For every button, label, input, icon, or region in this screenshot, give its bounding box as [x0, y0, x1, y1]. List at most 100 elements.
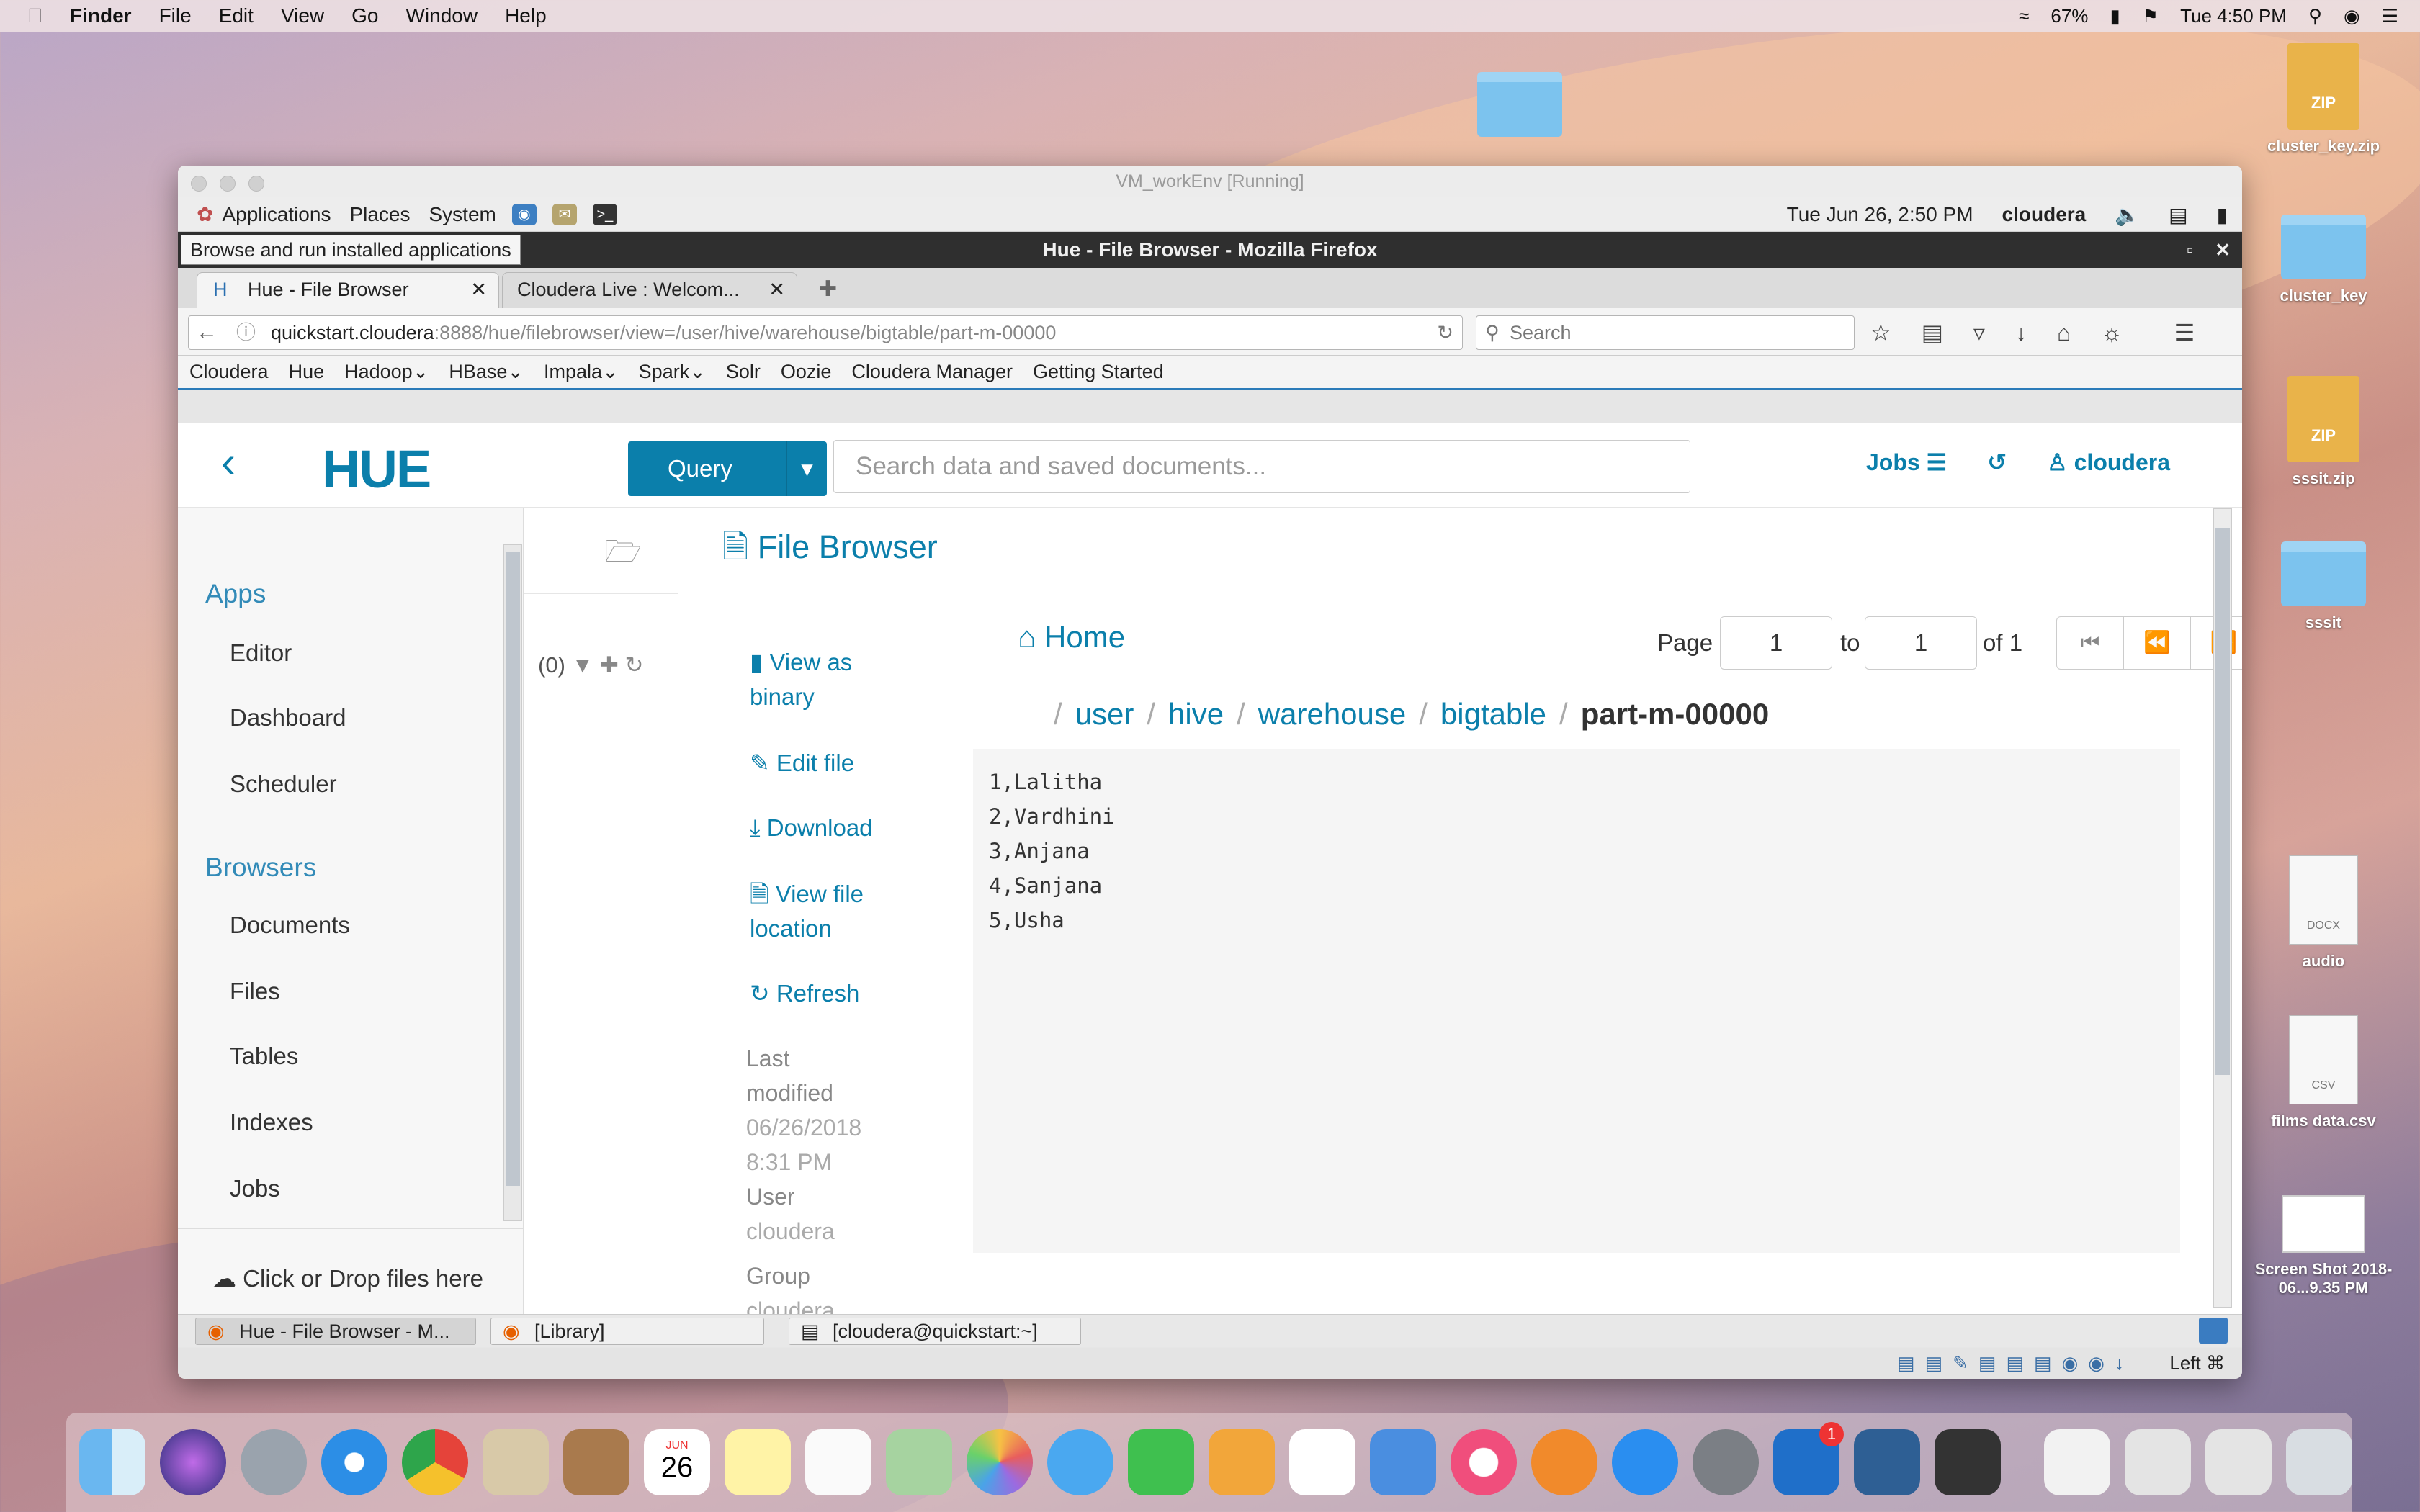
siri-icon[interactable]: ◉ [2344, 5, 2360, 27]
bookmark-getting-started[interactable]: Getting Started [1033, 361, 1164, 383]
sidebar-item-dashboard[interactable]: Dashboard [230, 704, 346, 732]
download-link[interactable]: ⤓ Download [750, 811, 873, 845]
terminal-launcher-icon[interactable]: >_ [592, 203, 617, 225]
notes-dock-icon[interactable] [725, 1429, 791, 1495]
battery-percent[interactable]: 67% [2051, 5, 2088, 27]
menu-edit[interactable]: Edit [219, 4, 254, 27]
downloads-icon[interactable]: ↓ [2015, 315, 2027, 350]
back-arrow-icon[interactable]: ‹ [221, 437, 236, 487]
breadcrumb-warehouse[interactable]: warehouse [1258, 697, 1406, 732]
sidebar-item-tables[interactable]: Tables [230, 1043, 298, 1070]
task-terminal[interactable]: ▤ [cloudera@quickstart:~] [789, 1318, 1081, 1345]
minimize-icon[interactable]: _ [2155, 232, 2165, 268]
hue-logo[interactable]: HUE [322, 438, 431, 500]
photos-dock-icon[interactable] [967, 1429, 1033, 1495]
launchpad-dock-icon[interactable] [241, 1429, 307, 1495]
ibooks-dock-icon[interactable] [1531, 1429, 1597, 1495]
task-hue-file-browser[interactable]: ◉ Hue - File Browser - M... [195, 1318, 476, 1345]
screenshot-stack-dock-icon[interactable] [2205, 1429, 2272, 1495]
sidebar-item-files[interactable]: Files [230, 978, 280, 1005]
caret-down-icon[interactable]: ▾ [786, 441, 827, 496]
sidebar-scrollbar[interactable] [503, 544, 522, 1221]
new-tab-icon[interactable]: ✚ [819, 276, 837, 302]
sidebar-item-documents[interactable]: Documents [230, 912, 350, 939]
scrollbar-thumb[interactable] [506, 552, 520, 1186]
menu-finder[interactable]: Finder [70, 4, 132, 27]
query-button[interactable]: Query ▾ [628, 441, 827, 496]
desktop-item-audio[interactable]: DOCX audio [2266, 855, 2381, 971]
outlook-dock-icon[interactable]: 1 [1773, 1422, 1844, 1495]
first-page-icon[interactable]: ⏮ [2057, 617, 2124, 669]
tab-close-icon[interactable]: ✕ [470, 273, 487, 306]
desktop-folder-icon[interactable] [1476, 72, 1563, 144]
device-status-icons[interactable]: ▤▤✎▤▤▤◉◉↓ [1897, 1352, 2134, 1374]
pocket-icon[interactable]: ▿ [1973, 315, 1985, 350]
menu-file[interactable]: File [159, 4, 192, 27]
gnome-user[interactable]: cloudera [2002, 203, 2087, 226]
menu-places[interactable]: Places [349, 203, 410, 226]
wifi-icon[interactable]: ≈ [2019, 5, 2029, 27]
menu-window[interactable]: Window [405, 4, 478, 27]
menu-help[interactable]: Help [505, 4, 547, 27]
home-icon[interactable]: ⌂ [2057, 315, 2071, 350]
home-link[interactable]: ⌂ Home [1018, 620, 1125, 654]
reload-icon[interactable]: ↻ [1437, 316, 1453, 349]
maximize-icon[interactable]: ▫ [2187, 232, 2193, 268]
pages-dock-icon[interactable] [1209, 1429, 1275, 1495]
messages-dock-icon[interactable] [1047, 1429, 1113, 1495]
bookmark-star-icon[interactable]: ☆ [1870, 315, 1891, 350]
safari-dock-icon[interactable] [321, 1429, 387, 1495]
bookmark-cloudera[interactable]: Cloudera [189, 361, 269, 383]
tab-close-icon[interactable]: ✕ [768, 273, 785, 306]
upload-drop-zone[interactable]: ☁ Click or Drop files here [212, 1264, 483, 1292]
keynote-dock-icon[interactable] [1370, 1429, 1436, 1495]
filter-icon[interactable]: ▼ [572, 652, 594, 678]
view-file-location-link[interactable]: 🗎 View file location [750, 877, 864, 946]
chat-icon[interactable]: ☼ [2101, 315, 2122, 350]
desktop-item-films-data-csv[interactable]: CSV films data.csv [2266, 1015, 2381, 1130]
reading-list-icon[interactable]: ▤ [1922, 315, 1943, 350]
mail-launcher-icon[interactable]: ✉ [552, 203, 577, 225]
edit-file-link[interactable]: ✎ Edit file [750, 746, 854, 780]
menu-system[interactable]: System [429, 203, 496, 226]
vm-window-dock-icon[interactable] [1935, 1429, 2001, 1495]
breadcrumb-hive[interactable]: hive [1168, 697, 1224, 732]
bookmark-oozie[interactable]: Oozie [781, 361, 832, 383]
previous-page-icon[interactable]: ⏪ [2124, 617, 2191, 669]
bookmark-hue[interactable]: Hue [289, 361, 325, 383]
workspace-switcher[interactable] [2199, 1318, 2228, 1344]
sidebar-item-jobs[interactable]: Jobs [230, 1175, 280, 1202]
scrollbar-thumb[interactable] [2215, 528, 2230, 1075]
sidebar-item-editor[interactable]: Editor [230, 639, 292, 667]
battery-icon[interactable]: ▮ [2110, 5, 2120, 27]
firefox-launcher-icon[interactable]: ◉ [511, 203, 537, 225]
facetime-dock-icon[interactable] [1128, 1429, 1194, 1495]
contacts-dock-icon[interactable] [563, 1429, 629, 1495]
user-menu[interactable]: ♙ cloudera [2047, 449, 2170, 476]
page-from-input[interactable]: 1 [1720, 616, 1832, 670]
system-preferences-dock-icon[interactable] [1693, 1429, 1759, 1495]
numbers-dock-icon[interactable] [1289, 1429, 1355, 1495]
task-library[interactable]: ◉ [Library] [490, 1318, 764, 1345]
flag-icon[interactable]: ⚑ [2142, 5, 2159, 27]
url-bar[interactable]: ← ⓘ quickstart.cloudera:8888/hue/filebro… [188, 315, 1463, 350]
view-as-binary-link[interactable]: ▮ View as binary [750, 645, 852, 714]
notification-center-icon[interactable]: ☰ [2382, 5, 2398, 27]
bookmark-hbase[interactable]: HBase⌄ [449, 361, 524, 383]
document-stack-dock-icon[interactable] [2044, 1429, 2110, 1495]
refresh-link[interactable]: ↻ Refresh [750, 976, 859, 1011]
desktop-item-screenshot[interactable]: Screen Shot 2018-06...9.35 PM [2251, 1181, 2396, 1297]
sidebar-item-scheduler[interactable]: Scheduler [230, 770, 337, 798]
breadcrumb-bigtable[interactable]: bigtable [1440, 697, 1546, 732]
close-button[interactable] [191, 176, 207, 192]
bookmark-solr[interactable]: Solr [726, 361, 761, 383]
calendar-dock-icon[interactable]: JUN 26 [644, 1429, 710, 1495]
menu-applications[interactable]: Applications [222, 203, 331, 226]
trash-dock-icon[interactable] [2286, 1429, 2352, 1495]
itunes-dock-icon[interactable] [1451, 1429, 1517, 1495]
reminders-dock-icon[interactable] [805, 1429, 871, 1495]
page-to-input[interactable]: 1 [1865, 616, 1977, 670]
documents-icon[interactable]: 🗁 [604, 530, 642, 581]
browser-search-input[interactable]: ⚲ Search [1476, 315, 1855, 350]
virtualbox-dock-icon[interactable] [1854, 1429, 1920, 1495]
